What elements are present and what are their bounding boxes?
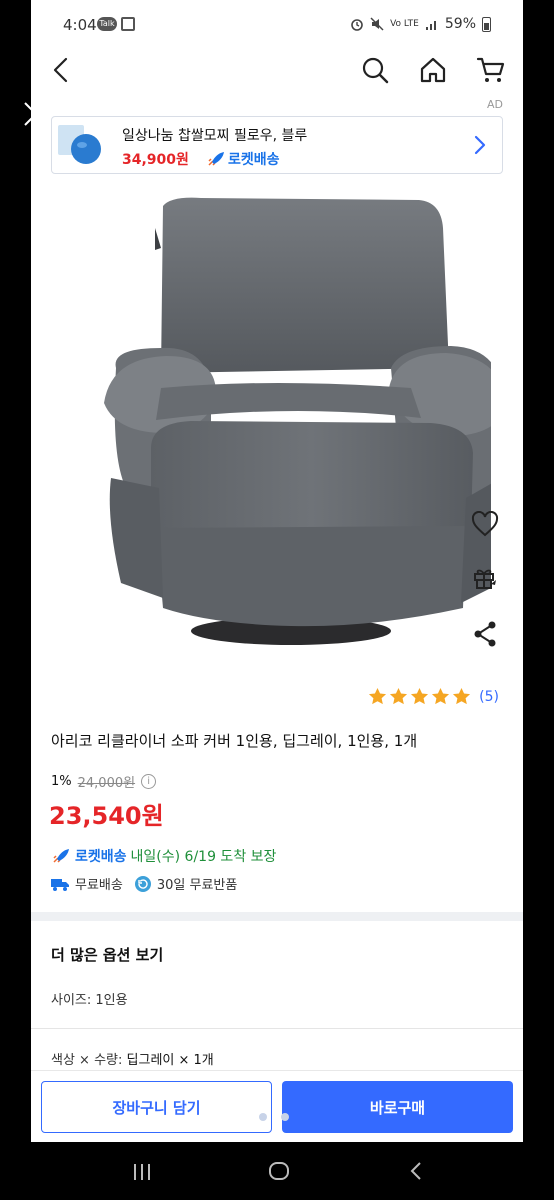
image-notification-icon: [121, 17, 135, 31]
star-icon: [369, 687, 387, 705]
ad-banner[interactable]: 일상나눔 찹쌀모찌 필로우, 블루 34,900원 로켓배송: [51, 116, 503, 174]
delivery-date: 내일(수) 6/19 도착 보장: [130, 849, 277, 865]
heart-icon: [471, 511, 499, 537]
cart-button[interactable]: [475, 54, 507, 86]
close-icon[interactable]: [22, 100, 50, 128]
phone-frame: 4:04 Talk Vo LTE 59% AD 일상나눔 찹쌀모찌 필로우, 블…: [0, 0, 554, 1200]
alarm-icon: [351, 19, 363, 31]
free-shipping: 무료배송: [75, 878, 123, 893]
app-screen: 4:04 Talk Vo LTE 59% AD 일상나눔 찹쌀모찌 필로우, 블…: [31, 0, 523, 1142]
price-original-row: 1% 24,000원 i: [51, 772, 157, 791]
share-button[interactable]: [467, 616, 503, 652]
add-to-cart-button[interactable]: 장바구니 담기: [41, 1081, 272, 1133]
ad-rocket-label: 로켓배송: [228, 152, 280, 168]
recent-apps-icon[interactable]: [132, 1162, 152, 1182]
ad-label: AD: [487, 98, 503, 111]
system-back-icon[interactable]: [408, 1161, 424, 1181]
page-dot: [281, 1113, 289, 1121]
system-home-icon[interactable]: [268, 1160, 290, 1182]
star-icon: [453, 687, 471, 705]
option-color-quantity[interactable]: 색상 × 수량: 딥그레이 × 1개: [51, 1049, 214, 1068]
back-button[interactable]: [45, 54, 77, 86]
original-price: 24,000원: [77, 776, 136, 791]
ad-product-thumbnail: [58, 125, 101, 164]
share-icon: [474, 621, 496, 647]
option-color-label: 색상 × 수량:: [51, 1053, 123, 1068]
bottom-action-bar: 장바구니 담기 바로구매: [31, 1070, 523, 1142]
rocket-icon: [208, 152, 224, 166]
discount-rate: 1%: [51, 774, 72, 789]
page-indicator: [259, 1113, 289, 1121]
status-right-icons: Vo LTE 59%: [350, 16, 491, 32]
home-icon: [420, 57, 446, 83]
chevron-right-icon: [474, 135, 486, 155]
return-icon: [134, 875, 151, 892]
ad-title: 일상나눔 찹쌀모찌 필로우, 블루: [122, 128, 308, 144]
more-options-heading[interactable]: 더 많은 옵션 보기: [51, 944, 163, 965]
rocket-icon: [53, 849, 69, 863]
sale-price: 23,540원: [49, 802, 164, 830]
free-return: 30일 무료반품: [156, 878, 238, 893]
page-dot: [259, 1113, 267, 1121]
option-color-value: 딥그레이 × 1개: [126, 1053, 214, 1068]
star-icon: [390, 687, 408, 705]
benefits-row: 무료배송 30일 무료반품: [51, 874, 237, 893]
signal-icon: [425, 21, 436, 30]
battery-icon: [482, 16, 491, 32]
rating[interactable]: (5): [368, 687, 499, 706]
rocket-delivery-label: 로켓배송: [75, 849, 127, 865]
status-bar: 4:04 Talk Vo LTE 59%: [31, 0, 523, 48]
system-nav-bar: [0, 1142, 554, 1200]
home-button[interactable]: [417, 54, 449, 86]
star-icon: [432, 687, 450, 705]
status-left-icons: Talk: [97, 17, 135, 31]
status-time: 4:04: [63, 16, 97, 34]
product-image[interactable]: [71, 188, 491, 658]
ad-rocket-delivery: 로켓배송: [207, 149, 280, 169]
option-size[interactable]: 사이즈: 1인용: [51, 989, 128, 1008]
truck-icon: [51, 878, 69, 891]
mute-icon: [370, 17, 384, 31]
battery-percent: 59%: [444, 16, 476, 32]
search-button[interactable]: [359, 54, 391, 86]
network-label: Vo LTE: [390, 19, 419, 29]
top-nav: [31, 50, 523, 90]
gift-button[interactable]: [467, 560, 503, 596]
option-divider: [31, 1028, 523, 1029]
gift-icon: [474, 569, 496, 589]
ad-price: 34,900원: [122, 152, 189, 168]
cart-icon: [476, 57, 505, 82]
info-icon[interactable]: i: [141, 774, 157, 789]
wishlist-button[interactable]: [467, 506, 503, 542]
star-icon: [411, 687, 429, 705]
chevron-left-icon: [53, 57, 68, 83]
delivery-info: 로켓배송 내일(수) 6/19 도착 보장: [51, 846, 276, 866]
buy-now-button[interactable]: 바로구매: [282, 1081, 513, 1133]
search-icon: [362, 57, 389, 84]
talk-notification-icon: Talk: [97, 17, 117, 31]
review-count[interactable]: (5): [479, 689, 499, 705]
section-divider: [31, 912, 523, 921]
product-title: 아리코 리클라이너 소파 커버 1인용, 딥그레이, 1인용, 1개: [51, 732, 418, 750]
